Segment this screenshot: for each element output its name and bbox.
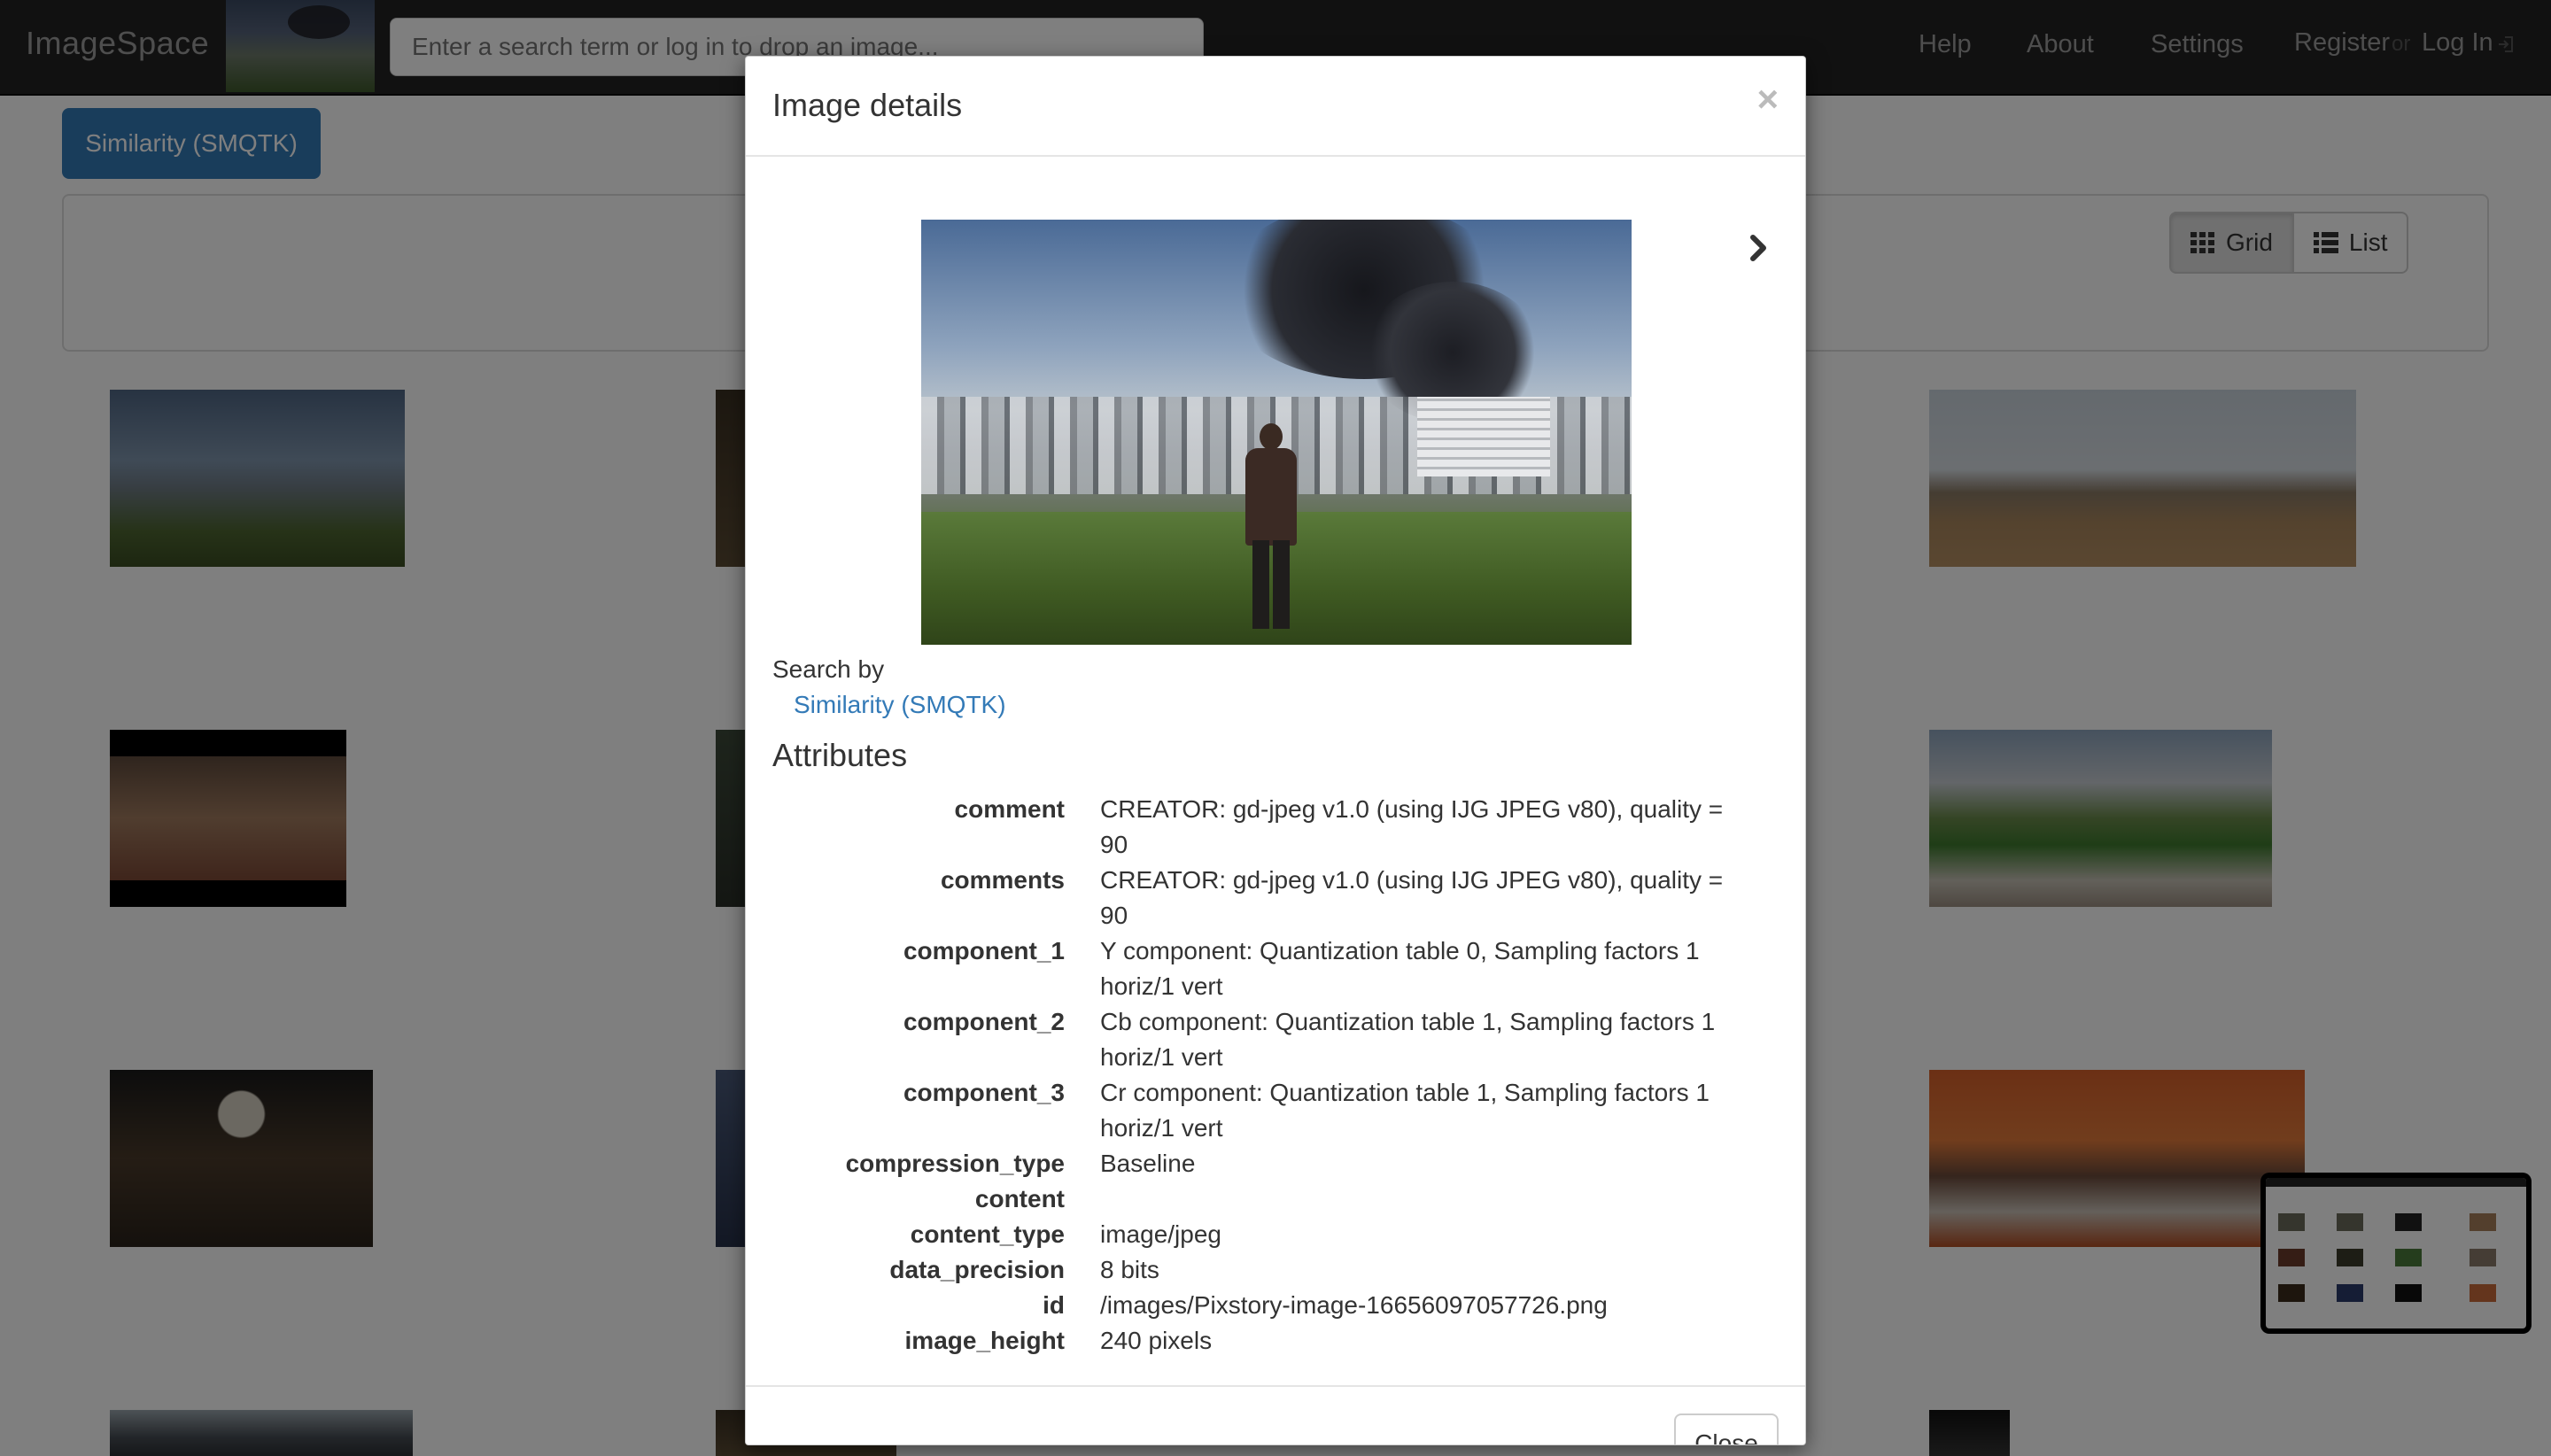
attribute-row: content [772, 1181, 1791, 1217]
attribute-value [1100, 1181, 1738, 1217]
detail-image [921, 220, 1632, 645]
search-by-similarity-link[interactable]: Similarity (SMQTK) [794, 691, 1006, 719]
attribute-value: /images/Pixstory-image-16656097057726.pn… [1100, 1291, 1608, 1319]
attribute-key: component_3 [903, 1079, 1065, 1106]
attribute-row: content_type image/jpeg [772, 1217, 1791, 1252]
attribute-key: data_precision [889, 1256, 1065, 1283]
attributes-heading: Attributes [772, 737, 908, 773]
attribute-value: Baseline [1100, 1150, 1196, 1177]
attribute-value: CREATOR: gd-jpeg v1.0 (using IJG JPEG v8… [1100, 866, 1724, 929]
attribute-row: component_1 Y component: Quantization ta… [772, 933, 1791, 1004]
attribute-key: content [974, 1185, 1065, 1212]
attribute-key: image_height [904, 1327, 1065, 1354]
attributes-list: comment CREATOR: gd-jpeg v1.0 (using IJG… [772, 792, 1791, 1371]
attribute-row: compression_type Baseline [772, 1146, 1791, 1181]
attribute-key: comments [940, 866, 1065, 894]
close-button[interactable]: Close [1674, 1413, 1779, 1444]
modal-title: Image details [772, 87, 963, 123]
attribute-value: image/jpeg [1100, 1220, 1221, 1248]
attribute-key: component_1 [903, 937, 1065, 964]
attribute-key: component_2 [903, 1008, 1065, 1035]
attribute-row: id /images/Pixstory-image-16656097057726… [772, 1288, 1791, 1323]
attribute-value: 8 bits [1100, 1256, 1159, 1283]
attribute-row: image_height 240 pixels [772, 1323, 1791, 1359]
modal-header: Image details × [746, 57, 1805, 157]
attribute-row: comment CREATOR: gd-jpeg v1.0 (using IJG… [772, 792, 1791, 863]
attribute-key: compression_type [845, 1150, 1065, 1177]
attribute-value: Cr component: Quantization table 1, Samp… [1100, 1079, 1710, 1142]
attribute-row: component_3 Cr component: Quantization t… [772, 1075, 1791, 1146]
attribute-key: comment [954, 795, 1065, 823]
search-by-label: Search by [772, 655, 885, 683]
attribute-row: component_2 Cb component: Quantization t… [772, 1004, 1791, 1075]
attribute-value: Y component: Quantization table 0, Sampl… [1100, 937, 1700, 1000]
attribute-key: content_type [910, 1220, 1065, 1248]
image-details-modal: Image details × Search by Similarity (SM… [745, 56, 1806, 1445]
attribute-row: data_precision 8 bits [772, 1252, 1791, 1288]
attribute-row: comments CREATOR: gd-jpeg v1.0 (using IJ… [772, 863, 1791, 933]
modal-footer: Close [746, 1385, 1805, 1444]
attribute-key: id [1043, 1291, 1065, 1319]
attribute-value: Cb component: Quantization table 1, Samp… [1100, 1008, 1716, 1071]
attribute-value: 240 pixels [1100, 1327, 1213, 1354]
attribute-value: CREATOR: gd-jpeg v1.0 (using IJG JPEG v8… [1100, 795, 1724, 858]
close-icon[interactable]: × [1756, 78, 1779, 120]
chevron-right-icon[interactable] [1747, 230, 1772, 266]
